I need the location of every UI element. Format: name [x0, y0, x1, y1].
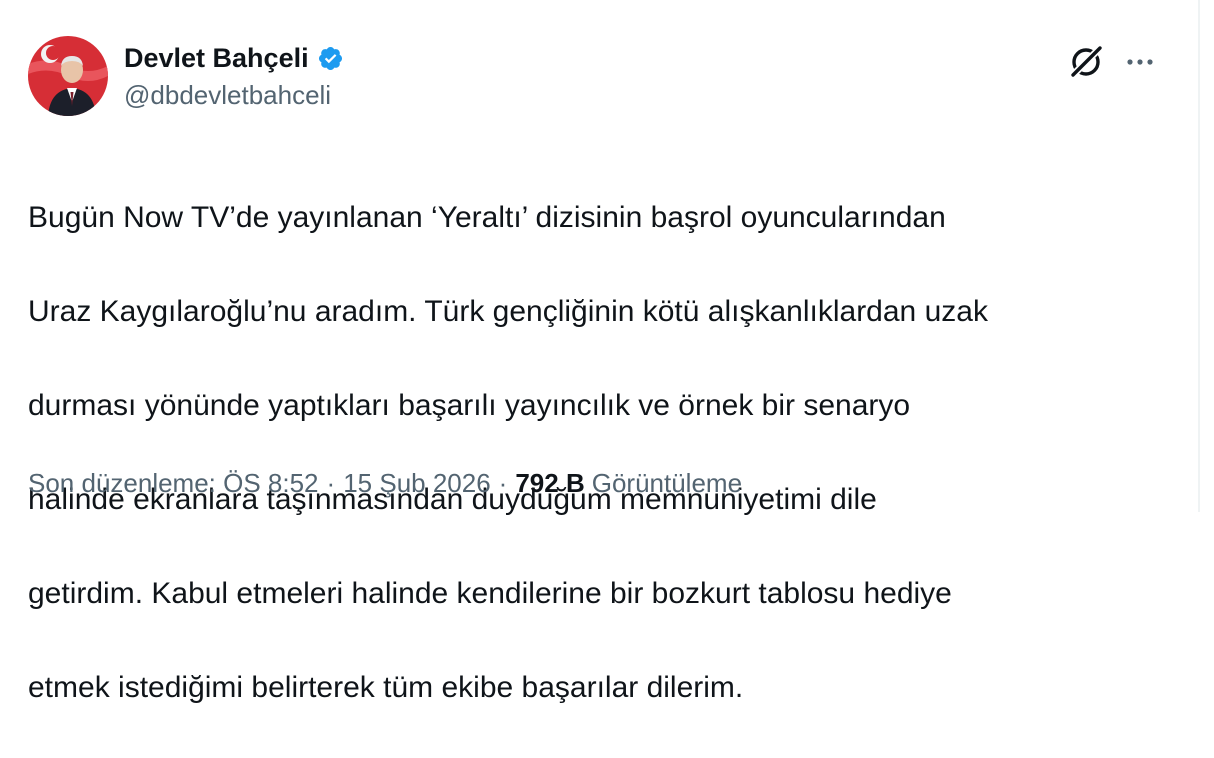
views-label: Görüntüleme [591, 468, 743, 498]
tweet-text-line: durması yönünde yaptıkları başarılı yayı… [28, 389, 911, 422]
author-row: Devlet Bahçeli [124, 40, 344, 76]
tweet-text-line: Bugün Now TV’de yayınlanan ‘Yeraltı’ diz… [28, 201, 946, 234]
tweet-text-line: getirdim. Kabul etmeleri halinde kendile… [28, 577, 952, 610]
tweet-text-line: Uraz Kaygılaroğlu’nu aradım. Türk gençli… [28, 295, 988, 328]
tweet-text: Bugün Now TV’de yayınlanan ‘Yeraltı’ diz… [28, 147, 1178, 758]
verified-badge-icon[interactable] [317, 45, 344, 72]
author-display-name[interactable]: Devlet Bahçeli [124, 43, 309, 74]
meta-separator: · [326, 468, 336, 498]
edited-timestamp-link[interactable]: Son düzenleme: ÖS 8:52 [28, 468, 319, 499]
tweet-date-link[interactable]: 15 Şub 2026 [343, 468, 490, 499]
more-icon[interactable] [1124, 48, 1156, 76]
views-count: 792 B [515, 468, 585, 498]
grok-icon[interactable] [1066, 42, 1106, 82]
author-handle[interactable]: @dbdevletbahceli [124, 80, 331, 111]
avatar[interactable] [28, 36, 108, 116]
tweet-meta: Son düzenleme: ÖS 8:52 · 15 Şub 2026 · 7… [28, 468, 742, 499]
meta-separator: · [498, 468, 508, 498]
panel-border [1198, 0, 1200, 512]
tweet-text-line: etmek istediğimi belirterek tüm ekibe ba… [28, 671, 744, 704]
